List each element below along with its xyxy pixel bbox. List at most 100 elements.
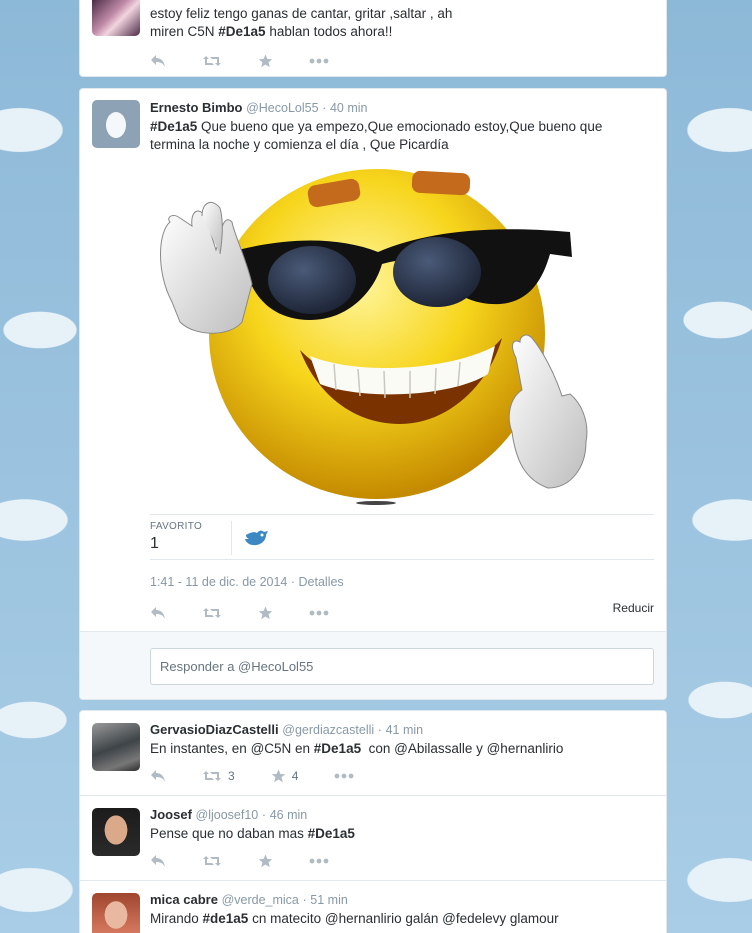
reply-icon (151, 855, 165, 867)
tweet-header: mica cabre @verde_mica · 51 min (150, 892, 348, 907)
more-icon (334, 773, 354, 779)
retweet-button[interactable] (202, 54, 222, 68)
tweet-header: Ernesto Bimbo @HecoLol55 · 40 min (150, 100, 368, 115)
more-button[interactable] (309, 858, 329, 864)
tweet-actions (150, 605, 365, 621)
retweet-button[interactable] (202, 854, 222, 868)
favorite-count: 4 (291, 769, 299, 783)
favorite-icon (258, 854, 273, 868)
hashtag-link[interactable]: #De1a5 (314, 741, 361, 756)
favorite-button[interactable] (258, 606, 273, 620)
tweet-card-expanded[interactable]: Ernesto Bimbo @HecoLol55 · 40 min #De1a5… (79, 88, 667, 700)
timestamp-link[interactable]: 51 min (310, 893, 348, 907)
retweet-button[interactable] (202, 606, 222, 620)
tweet-text-fragment: cn matecito @hernanlirio galán @fedelevy… (248, 911, 559, 926)
tweet-text-fragment: Pense que no daban mas (150, 826, 308, 841)
username[interactable]: @verde_mica (222, 893, 299, 907)
favorite-button[interactable]: 4 (271, 769, 299, 783)
username[interactable]: @gerdiazcastelli (282, 723, 374, 737)
favorite-button[interactable] (258, 54, 273, 68)
tweet-actions (150, 53, 365, 69)
reply-button[interactable] (150, 854, 166, 868)
favorites-label: FAVORITO (150, 521, 203, 532)
details-link[interactable]: Detalles (299, 575, 344, 589)
tweet-media-image[interactable] (150, 162, 610, 507)
hashtag-link[interactable]: #De1a5 (308, 826, 355, 841)
username[interactable]: @HecoLol55 (246, 101, 318, 115)
reply-button[interactable] (150, 769, 166, 783)
reply-button[interactable] (150, 606, 166, 620)
reply-button[interactable] (150, 54, 166, 68)
more-icon (309, 858, 329, 864)
reply-icon (151, 55, 165, 67)
retweet-button[interactable]: 3 (202, 769, 235, 783)
tweet-text-line: #De1a5 Que bueno que ya empezo,Que emoci… (150, 118, 654, 136)
tweet-text-fragment: con @Abilassalle y @hernanlirio (361, 741, 564, 756)
tweet-text-fragment: Que bueno que ya empezo,Que emocionado e… (197, 119, 603, 134)
retweet-icon (203, 56, 221, 66)
tweet-actions (150, 853, 365, 869)
username[interactable]: @ljoosef10 (196, 808, 259, 822)
favorite-icon (258, 54, 273, 68)
tweet-metadata: 1:41 - 11 de dic. de 2014 · Detalles (150, 575, 344, 589)
fullname[interactable]: Ernesto Bimbo (150, 100, 242, 115)
full-timestamp[interactable]: 1:41 - 11 de dic. de 2014 (150, 575, 287, 589)
tweet-text-line: termina la noche y comienza el día , Que… (150, 137, 449, 152)
avatar[interactable] (92, 893, 140, 933)
tweet-header: GervasioDiazCastelli @gerdiazcastelli · … (150, 722, 423, 737)
hashtag-link[interactable]: #De1a5 (150, 119, 197, 134)
tweet-text: #De1a5 Que bueno que ya empezo,Que emoci… (150, 118, 654, 154)
more-button[interactable] (309, 58, 329, 64)
tweet-text: estoy feliz tengo ganas de cantar, grita… (150, 5, 654, 41)
fullname[interactable]: GervasioDiazCastelli (150, 722, 279, 737)
tweet-stats: FAVORITO 1 (150, 514, 654, 560)
tweet-card[interactable]: GervasioDiazCastelli @gerdiazcastelli · … (79, 710, 667, 933)
reply-icon (151, 607, 165, 619)
hashtag-link[interactable]: #De1a5 (218, 24, 265, 39)
favorite-button[interactable] (258, 854, 273, 868)
tweet-text-line: estoy feliz tengo ganas de cantar, grita… (150, 6, 453, 21)
tweet-text: Mirando #de1a5 cn matecito @hernanlirio … (150, 910, 654, 928)
retweet-icon (203, 771, 221, 781)
reply-icon (151, 770, 165, 782)
tweet-header: Joosef @ljoosef10 · 46 min (150, 807, 307, 822)
tweet-actions: 3 4 (150, 768, 390, 784)
tweet-card[interactable]: mica cabre @verde_mica · 51 min Mirando … (80, 880, 666, 933)
separator-dot: · (302, 893, 307, 907)
separator-dot: · (377, 723, 382, 737)
tweet-text-fragment: hablan todos ahora!! (265, 24, 393, 39)
retweet-count: 3 (228, 769, 235, 783)
collapse-link[interactable]: Reducir (613, 601, 654, 615)
hashtag-link[interactable]: #de1a5 (203, 911, 249, 926)
more-button[interactable] (334, 773, 354, 779)
tweet-card[interactable]: estoy feliz tengo ganas de cantar, grita… (79, 0, 667, 77)
tweet-text-fragment: Mirando (150, 911, 203, 926)
tweet-text-line: miren C5N #De1a5 hablan todos ahora!! (150, 23, 654, 41)
fullname[interactable]: Joosef (150, 807, 192, 822)
tweet-text-fragment: En instantes, en @C5N en (150, 741, 314, 756)
avatar[interactable] (92, 723, 140, 771)
separator-dot: · (290, 575, 296, 589)
tweet-card[interactable]: Joosef @ljoosef10 · 46 min Pense que no … (80, 795, 666, 880)
timestamp-link[interactable]: 40 min (330, 101, 368, 115)
tweet-text: Pense que no daban mas #De1a5 (150, 825, 654, 843)
separator-dot: · (261, 808, 267, 822)
avatar[interactable] (92, 0, 140, 36)
more-icon (309, 610, 329, 616)
fullname[interactable]: mica cabre (150, 892, 218, 907)
retweet-icon (203, 856, 221, 866)
avatar[interactable] (92, 808, 140, 856)
separator-dot: · (322, 101, 327, 115)
more-button[interactable] (309, 610, 329, 616)
favorites-count: 1 (150, 535, 159, 552)
tweet-text-fragment: miren C5N (150, 24, 219, 39)
twitter-bird-icon[interactable] (244, 527, 270, 549)
tweet-text: En instantes, en @C5N en #De1a5 con @Abi… (150, 740, 654, 758)
reply-input[interactable]: Responder a @HecoLol55 (150, 648, 654, 685)
egg-avatar-icon[interactable] (92, 100, 140, 148)
timestamp-link[interactable]: 46 min (270, 808, 308, 822)
timestamp-link[interactable]: 41 min (386, 723, 424, 737)
favorites-stat[interactable]: FAVORITO 1 (150, 521, 232, 555)
reply-box: Responder a @HecoLol55 (80, 631, 666, 699)
favorite-icon (271, 769, 285, 783)
